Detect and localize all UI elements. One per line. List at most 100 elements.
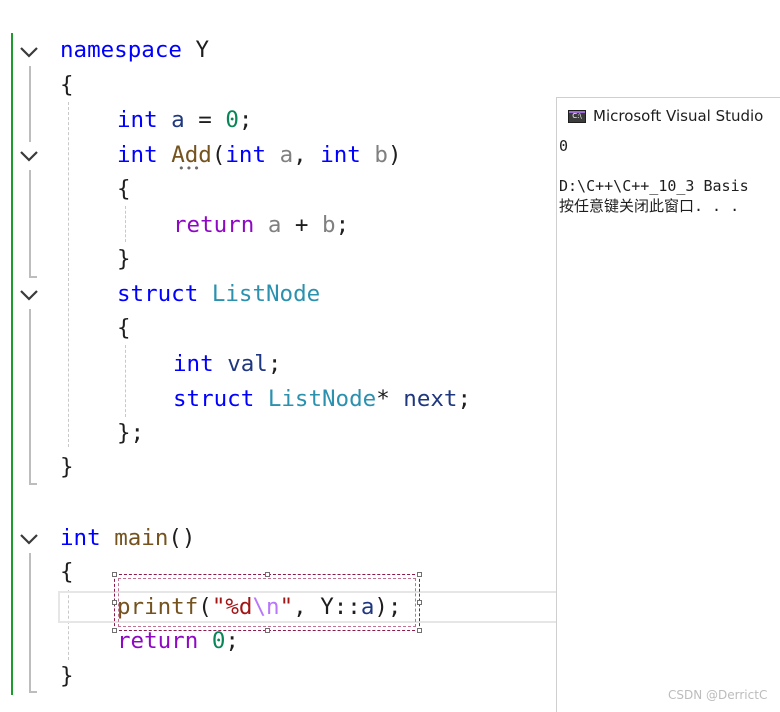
code-token: 0 xyxy=(211,628,226,654)
fold-toggle-struct-icon[interactable] xyxy=(18,284,40,306)
code-token: next xyxy=(403,386,458,412)
code-token: ( xyxy=(211,142,226,168)
code-token: } xyxy=(117,246,131,272)
indent-guide xyxy=(125,345,126,417)
fold-region-line xyxy=(29,309,31,485)
code-line[interactable]: } xyxy=(60,659,74,694)
code-token: ListNode xyxy=(211,281,321,307)
code-line[interactable]: int a = 0; xyxy=(117,103,252,138)
code-token: + xyxy=(281,212,323,238)
code-token: Y xyxy=(181,37,210,63)
fold-region-end xyxy=(29,276,37,278)
console-titlebar[interactable]: C:\ Microsoft Visual Studio xyxy=(557,98,780,134)
code-line[interactable]: int val; xyxy=(173,347,281,382)
code-token: int xyxy=(117,107,158,133)
resize-handle[interactable] xyxy=(417,600,422,605)
code-token: a xyxy=(267,212,282,238)
suggestion-dots: ••• xyxy=(178,162,201,175)
console-window[interactable]: C:\ Microsoft Visual Studio 0 D:\C++\C++_… xyxy=(556,97,780,712)
console-output-line: 按任意键关闭此窗口. . . xyxy=(559,197,740,215)
watermark: CSDN @DerrictC xyxy=(668,688,768,702)
code-token: } xyxy=(60,454,74,480)
code-token: ; xyxy=(225,628,239,654)
code-token: int xyxy=(60,525,101,551)
code-line[interactable]: } xyxy=(117,242,131,277)
fold-region-line xyxy=(29,553,31,693)
code-line[interactable]: int Add(int a, int b) xyxy=(117,138,401,173)
code-line[interactable]: return a + b; xyxy=(173,208,349,243)
indent-guide xyxy=(68,102,69,447)
resize-handle[interactable] xyxy=(112,600,117,605)
code-token: }; xyxy=(117,420,145,446)
code-line[interactable]: { xyxy=(117,311,131,346)
code-token: int xyxy=(173,351,214,377)
console-output: 0 D:\C++\C++_10_3 Basis 按任意键关闭此窗口. . . xyxy=(559,136,749,216)
code-token: int xyxy=(225,142,267,168)
code-token: b xyxy=(322,212,336,238)
code-token: ) xyxy=(387,142,402,168)
resize-handle[interactable] xyxy=(112,628,117,633)
fold-region-line xyxy=(29,170,31,278)
code-token: { xyxy=(60,72,74,98)
change-tracking-bar xyxy=(11,33,13,695)
resize-handle[interactable] xyxy=(417,572,422,577)
code-token: * xyxy=(376,386,404,412)
code-line[interactable]: { xyxy=(117,172,131,207)
code-line[interactable]: namespace Y xyxy=(60,33,209,68)
code-token: { xyxy=(117,176,131,202)
code-line[interactable]: } xyxy=(60,450,74,485)
resize-handle[interactable] xyxy=(417,628,422,633)
fold-toggle-namespace-icon[interactable] xyxy=(18,41,40,63)
fold-toggle-add-icon[interactable] xyxy=(18,145,40,167)
code-token: int xyxy=(117,142,158,168)
code-token: val xyxy=(227,351,268,377)
console-output-line: D:\C++\C++_10_3 Basis xyxy=(559,177,749,195)
selection-inner-border xyxy=(118,578,416,627)
code-token: ListNode xyxy=(267,386,377,412)
code-token: () xyxy=(168,525,196,551)
code-token: a xyxy=(157,107,185,133)
code-token: struct xyxy=(117,281,199,307)
code-token: struct xyxy=(173,386,255,412)
code-line[interactable]: struct ListNode* next; xyxy=(173,382,471,417)
code-line[interactable]: { xyxy=(60,68,74,103)
resize-handle[interactable] xyxy=(265,628,270,633)
code-line[interactable]: { xyxy=(60,555,74,590)
code-token: 0 xyxy=(225,107,239,133)
code-token: return xyxy=(117,628,199,654)
code-line[interactable]: int main() xyxy=(60,521,195,556)
console-icon-text: C:\ xyxy=(572,112,582,120)
code-token: { xyxy=(60,559,74,585)
code-token: { xyxy=(117,315,131,341)
resize-handle[interactable] xyxy=(265,572,270,577)
fold-region-end xyxy=(29,483,37,485)
code-token: namespace xyxy=(60,37,182,63)
indent-guide xyxy=(125,206,126,242)
code-token: int xyxy=(320,142,361,168)
console-icon-bar xyxy=(569,111,585,113)
selection-rectangle[interactable] xyxy=(112,572,422,633)
fold-toggle-main-icon[interactable] xyxy=(18,528,40,550)
code-token: ; xyxy=(238,107,253,133)
code-token: , xyxy=(293,142,321,168)
code-token: = xyxy=(184,107,226,133)
code-line[interactable]: }; xyxy=(117,416,144,451)
code-line[interactable]: struct ListNode xyxy=(117,277,320,312)
resize-handle[interactable] xyxy=(112,572,117,577)
console-output-line: 0 xyxy=(559,137,569,155)
console-title: Microsoft Visual Studio xyxy=(593,107,764,125)
code-token: main xyxy=(114,525,169,551)
console-app-icon: C:\ xyxy=(568,110,586,123)
code-token: b xyxy=(374,142,388,168)
code-token: ; xyxy=(457,386,472,412)
fold-region-end xyxy=(29,691,37,693)
